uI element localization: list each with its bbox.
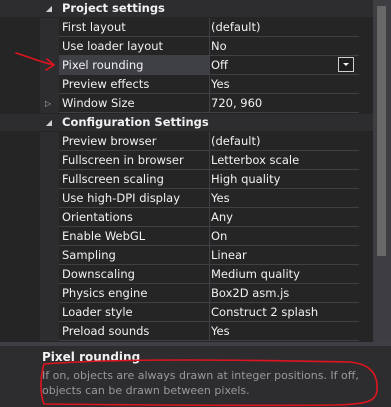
row-gutter xyxy=(40,227,59,246)
property-name: Use loader layout xyxy=(59,37,210,56)
property-grid: ◢ Project settings First layout (default… xyxy=(0,0,373,342)
property-name: Loader style xyxy=(59,303,210,322)
property-value[interactable]: Construct 2 splash xyxy=(208,303,359,322)
row-gutter xyxy=(40,170,59,189)
property-name: Preload sounds xyxy=(59,322,210,341)
property-value[interactable]: On xyxy=(208,227,359,246)
property-name: Fullscreen in browser xyxy=(59,151,210,170)
property-row-fullscreen-in-browser[interactable]: Fullscreen in browser Letterbox scale xyxy=(0,151,373,170)
property-row-loader-style[interactable]: Loader style Construct 2 splash xyxy=(0,303,373,322)
expand-triangle-icon[interactable]: ▷ xyxy=(45,94,55,113)
property-name: Enable WebGL xyxy=(59,227,210,246)
property-row-preload-sounds[interactable]: Preload sounds Yes xyxy=(0,322,373,341)
property-row-preview-browser[interactable]: Preview browser (default) xyxy=(0,132,373,151)
property-value[interactable]: Yes xyxy=(208,75,359,94)
property-name: First layout xyxy=(59,18,210,37)
row-gutter xyxy=(40,303,59,322)
category-header-project-settings[interactable]: ◢ Project settings xyxy=(0,0,373,17)
property-value[interactable]: High quality xyxy=(208,170,359,189)
property-row-window-size[interactable]: ▷ Window Size 720, 960 xyxy=(0,94,373,113)
dropdown-button[interactable] xyxy=(338,57,354,72)
row-gutter xyxy=(40,151,59,170)
property-name: Use high-DPI display xyxy=(59,189,210,208)
row-gutter xyxy=(40,246,59,265)
property-row-orientations[interactable]: Orientations Any xyxy=(0,208,373,227)
description-title: Pixel rounding xyxy=(42,350,141,364)
category-label: Configuration Settings xyxy=(62,115,209,129)
property-name: Fullscreen scaling xyxy=(59,170,210,189)
property-name: Downscaling xyxy=(59,265,210,284)
category-header-configuration-settings[interactable]: ◢ Configuration Settings xyxy=(0,114,373,131)
property-value[interactable]: Linear xyxy=(208,246,359,265)
property-name: Preview browser xyxy=(59,132,210,151)
property-value[interactable]: Any xyxy=(208,208,359,227)
collapse-triangle-icon[interactable]: ◢ xyxy=(44,114,54,131)
collapse-triangle-icon[interactable]: ◢ xyxy=(44,0,54,17)
row-gutter xyxy=(40,18,59,37)
description-panel: Pixel rounding If on, objects are always… xyxy=(0,346,391,407)
property-value[interactable]: 720, 960 xyxy=(208,94,359,113)
property-row-first-layout[interactable]: First layout (default) xyxy=(0,18,373,37)
property-row-enable-webgl[interactable]: Enable WebGL On xyxy=(0,227,373,246)
property-row-sampling[interactable]: Sampling Linear xyxy=(0,246,373,265)
property-value-select[interactable]: Off xyxy=(208,56,359,75)
row-gutter xyxy=(40,265,59,284)
category-label: Project settings xyxy=(62,1,165,15)
property-value[interactable]: Medium quality xyxy=(208,265,359,284)
property-value[interactable]: (default) xyxy=(208,132,359,151)
property-value[interactable]: Letterbox scale xyxy=(208,151,359,170)
property-name: Physics engine xyxy=(59,284,210,303)
property-row-use-loader-layout[interactable]: Use loader layout No xyxy=(0,37,373,56)
property-value[interactable]: Box2D asm.js xyxy=(208,284,359,303)
property-row-downscaling[interactable]: Downscaling Medium quality xyxy=(0,265,373,284)
row-gutter xyxy=(40,56,59,75)
property-row-fullscreen-scaling[interactable]: Fullscreen scaling High quality xyxy=(0,170,373,189)
property-row-physics-engine[interactable]: Physics engine Box2D asm.js xyxy=(0,284,373,303)
property-name: Sampling xyxy=(59,246,210,265)
row-gutter xyxy=(40,75,59,94)
property-name: Window Size xyxy=(59,94,210,113)
property-name: Pixel rounding xyxy=(59,56,210,75)
chevron-down-icon xyxy=(343,63,349,66)
property-value[interactable]: (default) xyxy=(208,18,359,37)
description-text: If on, objects are always drawn at integ… xyxy=(42,369,359,397)
row-gutter xyxy=(40,132,59,151)
row-gutter xyxy=(40,208,59,227)
row-gutter xyxy=(40,189,59,208)
property-name: Orientations xyxy=(59,208,210,227)
property-value[interactable]: No xyxy=(208,37,359,56)
property-row-use-high-dpi-display[interactable]: Use high-DPI display Yes xyxy=(0,189,373,208)
property-value[interactable]: Yes xyxy=(208,322,359,341)
property-name: Preview effects xyxy=(59,75,210,94)
row-gutter xyxy=(40,322,59,341)
property-value[interactable]: Yes xyxy=(208,189,359,208)
scrollbar-thumb[interactable] xyxy=(377,6,386,256)
vertical-scrollbar[interactable] xyxy=(373,0,391,342)
property-row-preview-effects[interactable]: Preview effects Yes xyxy=(0,75,373,94)
row-gutter xyxy=(40,284,59,303)
row-gutter xyxy=(40,37,59,56)
property-row-pixel-rounding[interactable]: Pixel rounding Off xyxy=(0,56,373,75)
